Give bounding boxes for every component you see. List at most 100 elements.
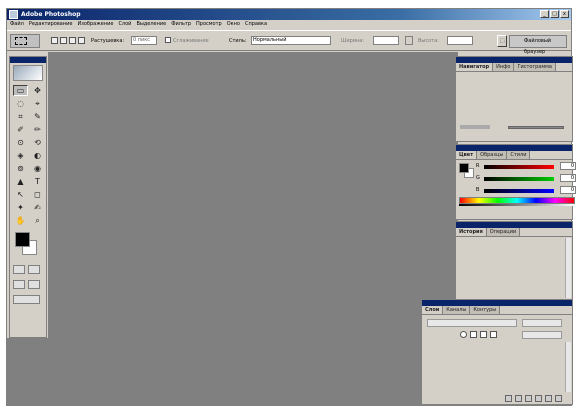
tab-info[interactable]: Инфо	[493, 63, 515, 71]
workspace-area[interactable]	[48, 52, 458, 405]
toolbox-title-bar[interactable]	[10, 57, 46, 63]
notes-tool-icon[interactable]: ✦	[13, 202, 28, 213]
crop-tool-icon[interactable]: ⌗	[13, 111, 28, 122]
workspace-area-bottom[interactable]	[7, 338, 48, 405]
photoshop-app-icon	[9, 10, 18, 19]
height-label: Высота:	[418, 38, 439, 44]
fill-field[interactable]	[522, 331, 562, 339]
history-brush-tool-icon[interactable]: ⟲	[30, 137, 45, 148]
file-browser-icon[interactable]: ⬚	[497, 35, 507, 47]
jump-to-imageready-icon[interactable]	[13, 295, 40, 304]
path-selection-tool-icon[interactable]: ▲	[13, 176, 28, 187]
antialias-checkbox[interactable]	[165, 37, 171, 43]
tab-layers[interactable]: Слои	[422, 306, 444, 314]
tab-paths[interactable]: Контуры	[470, 306, 501, 314]
blend-mode-select[interactable]	[427, 319, 517, 327]
menu-layer[interactable]: Слой	[118, 20, 131, 29]
standard-mode-icon[interactable]	[13, 265, 25, 274]
healing-brush-tool-icon[interactable]: ✐	[13, 124, 28, 135]
style-select[interactable]: Нормальный	[251, 36, 331, 45]
pen-tool-icon[interactable]: ↖	[13, 189, 28, 200]
trash-icon[interactable]	[555, 395, 562, 402]
blur-tool-icon[interactable]: ⊚	[13, 163, 28, 174]
tab-color[interactable]: Цвет	[456, 151, 478, 159]
slice-tool-icon[interactable]: ✎	[30, 111, 45, 122]
standard-screen-mode-icon[interactable]	[13, 280, 25, 289]
layer-style-icon[interactable]	[505, 395, 512, 402]
zoom-tool-icon[interactable]: ⌕	[30, 215, 45, 226]
tab-swatches[interactable]: Образцы	[477, 151, 508, 159]
height-input[interactable]	[447, 36, 473, 45]
menu-filter[interactable]: Фильтр	[171, 20, 191, 29]
color-spectrum-bar[interactable]	[459, 197, 575, 204]
menu-image[interactable]: Изображение	[77, 20, 113, 29]
intersect-selection-icon[interactable]	[78, 37, 85, 44]
tab-navigator[interactable]: Навигатор	[456, 63, 494, 71]
new-layer-icon[interactable]	[545, 395, 552, 402]
eyedropper-tool-icon[interactable]: ✍	[30, 202, 45, 213]
brush-tool-icon[interactable]: ✏	[30, 124, 45, 135]
layers-scrollbar[interactable]	[565, 342, 571, 392]
add-selection-icon[interactable]	[60, 37, 67, 44]
new-layer-set-icon[interactable]	[525, 395, 532, 402]
width-input[interactable]	[373, 36, 399, 45]
file-browser-button[interactable]: Файловый браузер	[509, 35, 567, 55]
quick-mask-mode-icon[interactable]	[28, 265, 40, 274]
lock-all-icon[interactable]	[490, 331, 497, 338]
tab-histogram[interactable]: Гистограмма	[514, 63, 556, 71]
magic-wand-tool-icon[interactable]: ⌖	[30, 98, 45, 109]
clone-stamp-tool-icon[interactable]: ⊙	[13, 137, 28, 148]
blue-value-input[interactable]: 0	[560, 186, 576, 194]
tab-channels[interactable]: Каналы	[443, 306, 471, 314]
close-button[interactable]: x	[560, 10, 569, 18]
menu-help[interactable]: Справка	[245, 20, 267, 29]
green-channel-label: G	[476, 175, 480, 181]
options-bar: Растушевка: 0 пикс Сглаживание Стиль: Но…	[7, 30, 571, 55]
layer-mask-icon[interactable]	[515, 395, 522, 402]
color-foreground-swatch[interactable]	[459, 163, 469, 173]
gradient-tool-icon[interactable]: ◐	[30, 150, 45, 161]
title-bar[interactable]: Adobe Photoshop _ □ x	[7, 9, 571, 20]
tab-styles[interactable]: Стили	[507, 151, 531, 159]
green-slider[interactable]	[484, 177, 554, 181]
lock-position-icon[interactable]	[480, 331, 487, 338]
menu-edit[interactable]: Редактирование	[29, 20, 73, 29]
zoom-percentage-field[interactable]	[460, 125, 490, 129]
menu-file[interactable]: Файл	[10, 20, 24, 29]
swap-dimensions-icon[interactable]	[405, 36, 413, 45]
adjustment-layer-icon[interactable]	[535, 395, 542, 402]
type-tool-icon[interactable]: T	[30, 176, 45, 187]
tab-actions[interactable]: Операции	[486, 228, 521, 236]
menu-view[interactable]: Просмотр	[196, 20, 222, 29]
green-value-input[interactable]: 0	[560, 174, 576, 182]
lock-image-icon[interactable]	[470, 331, 477, 338]
move-tool-icon[interactable]: ✥	[30, 85, 45, 96]
new-selection-icon[interactable]	[51, 37, 58, 44]
eraser-tool-icon[interactable]: ◈	[13, 150, 28, 161]
maximize-button[interactable]: □	[550, 10, 559, 18]
subtract-selection-icon[interactable]	[69, 37, 76, 44]
blue-slider[interactable]	[484, 189, 554, 193]
menu-window[interactable]: Окно	[227, 20, 240, 29]
feather-label: Растушевка:	[91, 38, 125, 44]
full-screen-menu-mode-icon[interactable]	[28, 280, 40, 289]
red-slider[interactable]	[484, 165, 554, 169]
navigator-zoom-slider[interactable]	[508, 126, 564, 129]
marquee-tool-icon[interactable]: ▭	[13, 85, 28, 96]
dodge-tool-icon[interactable]: ◉	[30, 163, 45, 174]
red-value-input[interactable]: 0	[560, 162, 576, 170]
lock-transparency-icon[interactable]	[460, 331, 467, 338]
opacity-field[interactable]	[522, 319, 562, 327]
hand-tool-icon[interactable]: ✋	[13, 215, 28, 226]
menu-select[interactable]: Выделение	[136, 20, 166, 29]
lasso-tool-icon[interactable]: ◌	[13, 98, 28, 109]
grayscale-ramp[interactable]	[459, 204, 575, 206]
adobe-online-button[interactable]	[13, 65, 43, 81]
shape-tool-icon[interactable]: ◻	[30, 189, 45, 200]
tab-history[interactable]: История	[456, 228, 487, 236]
feather-input[interactable]: 0 пикс	[131, 36, 157, 45]
minimize-button[interactable]: _	[540, 10, 549, 18]
history-scrollbar[interactable]	[565, 238, 571, 298]
tool-preset-picker[interactable]	[10, 34, 40, 48]
foreground-color-swatch[interactable]	[15, 232, 30, 247]
